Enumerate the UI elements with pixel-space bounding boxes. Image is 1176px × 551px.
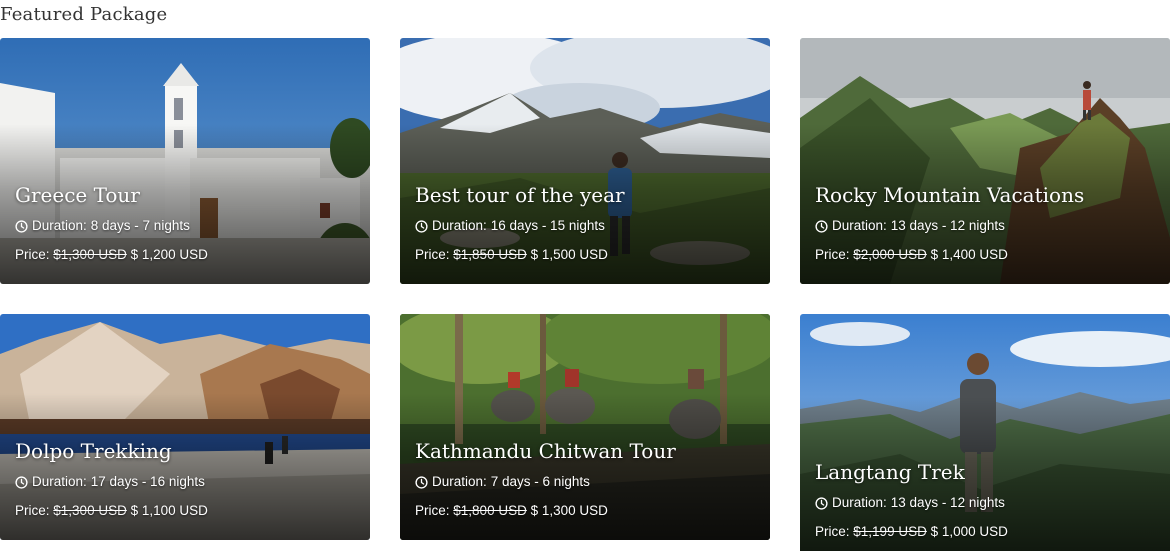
section-title: Featured Package	[0, 4, 168, 25]
package-card-langtang-trek[interactable]: Langtang Trek Duration: 13 days - 12 nig…	[800, 314, 1170, 551]
duration-value: 8 days - 7 nights	[90, 218, 190, 233]
package-card-greece-tour[interactable]: Greece Tour Duration: 8 days - 7 nights …	[0, 38, 370, 284]
price-label: Price:	[15, 503, 50, 518]
package-info: Rocky Mountain Vacations Duration: 13 da…	[815, 183, 1158, 263]
package-info: Langtang Trek Duration: 13 days - 12 nig…	[815, 460, 1158, 540]
package-title[interactable]: Kathmandu Chitwan Tour	[415, 439, 758, 463]
old-price: $1,800 USD	[453, 503, 527, 518]
clock-icon	[15, 219, 28, 233]
price-label: Price:	[415, 247, 450, 262]
old-price: $2,000 USD	[853, 247, 927, 262]
duration-value: 13 days - 12 nights	[890, 218, 1005, 233]
package-title[interactable]: Rocky Mountain Vacations	[815, 183, 1158, 207]
price-label: Price:	[815, 524, 850, 539]
current-price: $ 1,400 USD	[930, 247, 1008, 262]
duration-value: 16 days - 15 nights	[490, 218, 605, 233]
package-price: Price: $1,300 USD $ 1,200 USD	[15, 247, 358, 263]
package-info: Greece Tour Duration: 8 days - 7 nights …	[15, 183, 358, 263]
package-duration: Duration: 7 days - 6 nights	[415, 474, 758, 490]
price-label: Price:	[415, 503, 450, 518]
duration-label: Duration:	[32, 474, 87, 489]
clock-icon	[815, 219, 828, 233]
package-card-rocky-mountain-vacations[interactable]: Rocky Mountain Vacations Duration: 13 da…	[800, 38, 1170, 284]
current-price: $ 1,200 USD	[130, 247, 208, 262]
price-label: Price:	[815, 247, 850, 262]
package-duration: Duration: 17 days - 16 nights	[15, 474, 358, 490]
package-duration: Duration: 16 days - 15 nights	[415, 218, 758, 234]
old-price: $1,199 USD	[853, 524, 927, 539]
package-card-best-tour-of-the-year[interactable]: Best tour of the year Duration: 16 days …	[400, 38, 770, 284]
package-price: Price: $1,800 USD $ 1,300 USD	[415, 503, 758, 519]
package-price: Price: $1,850 USD $ 1,500 USD	[415, 247, 758, 263]
clock-icon	[415, 475, 428, 489]
price-label: Price:	[15, 247, 50, 262]
package-info: Dolpo Trekking Duration: 17 days - 16 ni…	[15, 439, 358, 519]
duration-label: Duration:	[32, 218, 87, 233]
duration-value: 17 days - 16 nights	[90, 474, 205, 489]
package-card-kathmandu-chitwan-tour[interactable]: Kathmandu Chitwan Tour Duration: 7 days …	[400, 314, 770, 540]
current-price: $ 1,000 USD	[930, 524, 1008, 539]
package-title[interactable]: Best tour of the year	[415, 183, 758, 207]
old-price: $1,850 USD	[453, 247, 527, 262]
current-price: $ 1,100 USD	[130, 503, 208, 518]
duration-label: Duration:	[832, 495, 887, 510]
package-info: Kathmandu Chitwan Tour Duration: 7 days …	[415, 439, 758, 519]
package-price: Price: $1,300 USD $ 1,100 USD	[15, 503, 358, 519]
package-price: Price: $2,000 USD $ 1,400 USD	[815, 247, 1158, 263]
current-price: $ 1,300 USD	[530, 503, 608, 518]
clock-icon	[415, 219, 428, 233]
clock-icon	[15, 475, 28, 489]
package-title[interactable]: Langtang Trek	[815, 460, 1158, 484]
package-info: Best tour of the year Duration: 16 days …	[415, 183, 758, 263]
duration-value: 13 days - 12 nights	[890, 495, 1005, 510]
clock-icon	[815, 496, 828, 510]
package-title[interactable]: Dolpo Trekking	[15, 439, 358, 463]
package-duration: Duration: 13 days - 12 nights	[815, 495, 1158, 511]
package-duration: Duration: 8 days - 7 nights	[15, 218, 358, 234]
current-price: $ 1,500 USD	[530, 247, 608, 262]
package-title[interactable]: Greece Tour	[15, 183, 358, 207]
package-price: Price: $1,199 USD $ 1,000 USD	[815, 524, 1158, 540]
duration-label: Duration:	[432, 218, 487, 233]
package-duration: Duration: 13 days - 12 nights	[815, 218, 1158, 234]
package-card-dolpo-trekking[interactable]: Dolpo Trekking Duration: 17 days - 16 ni…	[0, 314, 370, 540]
duration-label: Duration:	[832, 218, 887, 233]
duration-value: 7 days - 6 nights	[490, 474, 590, 489]
duration-label: Duration:	[432, 474, 487, 489]
old-price: $1,300 USD	[53, 503, 127, 518]
old-price: $1,300 USD	[53, 247, 127, 262]
